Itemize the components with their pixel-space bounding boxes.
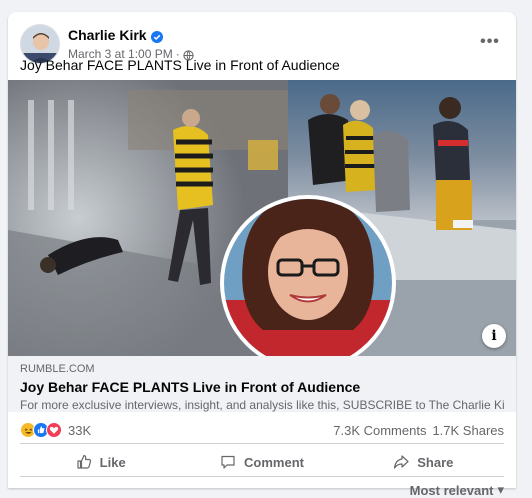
comment-label: Comment <box>244 454 304 470</box>
comments-count[interactable]: 7.3K Comments <box>333 423 426 438</box>
share-button[interactable]: Share <box>343 450 504 474</box>
comment-button[interactable]: Comment <box>181 450 342 474</box>
comment-sort-dropdown[interactable]: Most relevant ▾ <box>410 482 504 498</box>
post-caption: Joy Behar FACE PLANTS Live in Front of A… <box>20 57 340 73</box>
actions-divider <box>20 476 504 477</box>
author-name-text[interactable]: Charlie Kirk <box>68 26 147 44</box>
verified-badge-icon <box>150 29 163 43</box>
link-domain: RUMBLE.COM <box>20 363 95 375</box>
like-label: Like <box>99 454 126 470</box>
engagement-counts: 7.3K Comments 1.7K Shares <box>333 423 504 438</box>
thumbs-up-icon <box>76 454 92 470</box>
sort-label: Most relevant <box>409 482 494 498</box>
author-name[interactable]: Charlie Kirk <box>68 26 163 44</box>
share-label: Share <box>417 454 454 470</box>
love-reaction-icon <box>46 422 62 438</box>
reaction-count[interactable]: 33K <box>68 423 91 438</box>
chevron-down-icon: ▾ <box>497 482 504 497</box>
more-options-button[interactable]: ••• <box>476 28 504 56</box>
thumbnail-image <box>8 80 516 356</box>
link-preview[interactable]: RUMBLE.COM Joy Behar FACE PLANTS Live in… <box>8 356 516 412</box>
link-title[interactable]: Joy Behar FACE PLANTS Live in Front of A… <box>20 377 504 397</box>
like-button[interactable]: Like <box>20 450 181 474</box>
action-bar: Like Comment Share <box>20 450 504 474</box>
video-thumbnail[interactable]: i <box>8 80 516 356</box>
stats-divider <box>20 443 504 444</box>
info-icon[interactable]: i <box>482 324 506 348</box>
comment-icon <box>220 454 236 470</box>
post-card: Charlie Kirk March 3 at 1:00 PM · ••• Jo… <box>8 12 516 498</box>
share-icon <box>393 454 409 470</box>
link-description: For more exclusive interviews, insight, … <box>20 398 504 412</box>
reactions-summary[interactable]: 33K <box>20 422 91 438</box>
shares-count[interactable]: 1.7K Shares <box>432 423 504 438</box>
